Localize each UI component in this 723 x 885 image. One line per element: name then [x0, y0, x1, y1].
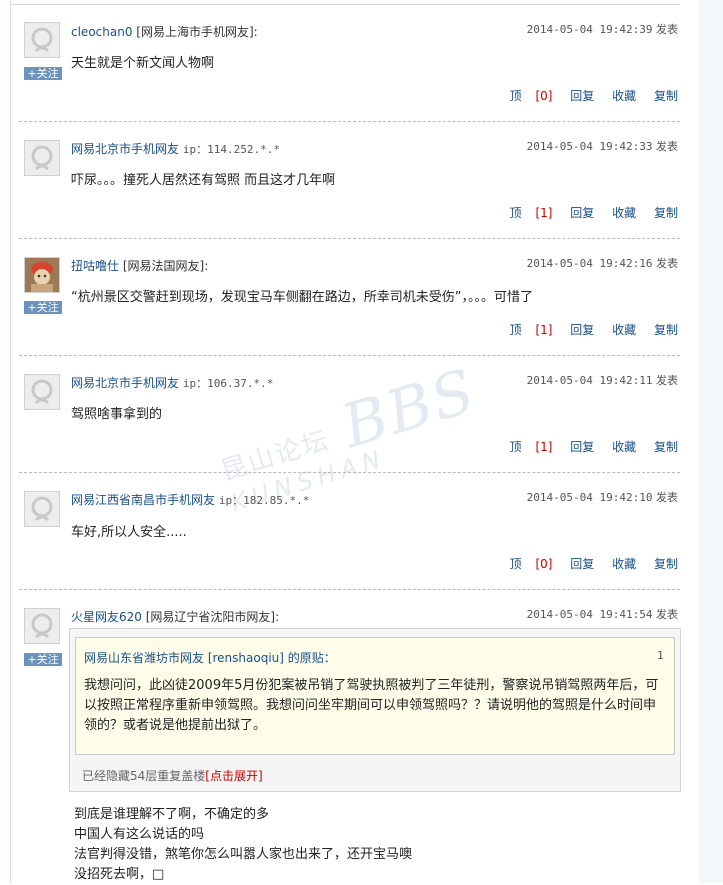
- default-avatar-icon[interactable]: [24, 491, 60, 527]
- post-timestamp: 2014-05-04 19:41:54: [526, 608, 653, 621]
- post-time: 2014-05-04 19:41:54 发表: [527, 606, 678, 622]
- post-timestamp: 2014-05-04 19:42:11: [526, 374, 653, 387]
- post-author: 扭咕噜仕 [网易法国网友]:: [71, 257, 208, 274]
- author-location: [网易辽宁省沈阳市网友]:: [145, 610, 280, 624]
- post-divider: [19, 121, 680, 122]
- favorite-button[interactable]: 收藏: [612, 440, 636, 454]
- author-location: [网易法国网友]:: [122, 259, 209, 273]
- post-time: 2014-05-04 19:42:11 发表: [527, 372, 678, 388]
- post-divider: [19, 355, 680, 356]
- quote-floor-number: 1: [657, 649, 664, 662]
- user-avatar-icon[interactable]: [24, 257, 60, 293]
- follow-button[interactable]: +关注: [24, 301, 62, 314]
- quoted-post: 网易山东省潍坊市网友 [renshaoqiu] 的原贴： 1 我想问问，此凶徒2…: [75, 637, 675, 755]
- top-divider: [10, 4, 680, 5]
- follow-button[interactable]: +关注: [24, 653, 62, 666]
- default-avatar-icon[interactable]: [24, 374, 60, 410]
- author-ip: ip：182.85.*.*: [218, 494, 310, 507]
- post-actions: 顶 [0] 回复 收藏 复制: [481, 555, 678, 572]
- follow-button[interactable]: +关注: [24, 67, 62, 80]
- post-time: 2014-05-04 19:42:39 发表: [527, 21, 678, 37]
- author-name-link[interactable]: 网易江西省南昌市手机网友: [71, 493, 215, 507]
- reply-line: 到底是谁理解不了啊，不确定的多: [74, 807, 270, 822]
- author-name-link[interactable]: cleochan0: [71, 25, 132, 39]
- reply-button[interactable]: 回复: [570, 206, 594, 220]
- post-time-suffix: 发表: [656, 23, 678, 36]
- author-ip: ip：114.252.*.*: [182, 143, 280, 156]
- favorite-button[interactable]: 收藏: [612, 557, 636, 571]
- post-actions: 顶 [0] 回复 收藏 复制: [481, 87, 678, 104]
- author-name-link[interactable]: 网易北京市手机网友: [71, 142, 179, 156]
- expand-link[interactable]: [点击展开]: [205, 769, 262, 783]
- favorite-button[interactable]: 收藏: [612, 206, 636, 220]
- default-avatar-icon[interactable]: [24, 608, 60, 644]
- upvote-button[interactable]: 顶 [1]: [495, 206, 552, 220]
- post-divider: [19, 589, 680, 590]
- author-ip: ip：106.37.*.*: [182, 377, 274, 390]
- post-divider: [19, 472, 680, 473]
- post-actions: 顶 [1] 回复 收藏 复制: [481, 204, 678, 221]
- post-time-suffix: 发表: [656, 491, 678, 504]
- upvote-button[interactable]: 顶 [0]: [495, 89, 552, 103]
- post-actions: 顶 [1] 回复 收藏 复制: [481, 321, 678, 338]
- post-time: 2014-05-04 19:42:10 发表: [527, 489, 678, 505]
- post-author: 网易北京市手机网友 ip：106.37.*.*: [71, 374, 273, 391]
- author-name-link[interactable]: 火星网友620: [71, 610, 142, 624]
- reply-button[interactable]: 回复: [570, 89, 594, 103]
- default-avatar-icon[interactable]: [24, 140, 60, 176]
- post-content: “杭州景区交警赶到现场，发现宝马车侧翻在路边，所幸司机未受伤”，。。。可惜了: [71, 290, 533, 305]
- reply-button[interactable]: 回复: [570, 440, 594, 454]
- post-author: 网易江西省南昌市手机网友 ip：182.85.*.*: [71, 491, 309, 508]
- post-timestamp: 2014-05-04 19:42:16: [526, 257, 653, 270]
- post-time: 2014-05-04 19:42:33 发表: [527, 138, 678, 154]
- author-name-link[interactable]: 网易北京市手机网友: [71, 376, 179, 390]
- post-time-suffix: 发表: [656, 374, 678, 387]
- copy-button[interactable]: 复制: [654, 557, 678, 571]
- reply-line: 法官判得没错，煞笔你怎么叫嚣人家也出来了，还开宝马噢: [74, 847, 413, 862]
- reply-line: 中国人有这么说话的吗: [74, 827, 205, 842]
- copy-button[interactable]: 复制: [654, 206, 678, 220]
- post-content: 驾照啥事拿到的: [71, 407, 163, 422]
- post-content: 天生就是个新文闻人物啊: [71, 56, 215, 71]
- upvote-button[interactable]: 顶 [1]: [495, 323, 552, 337]
- post-actions: 顶 [1] 回复 收藏 复制: [481, 438, 678, 455]
- reply-button[interactable]: 回复: [570, 557, 594, 571]
- post-author: cleochan0 [网易上海市手机网友]:: [71, 23, 258, 40]
- quote-author[interactable]: 网易山东省潍坊市网友 [renshaoqiu] 的原贴：: [84, 649, 336, 666]
- author-name-link[interactable]: 扭咕噜仕: [71, 259, 119, 273]
- default-avatar-icon[interactable]: [24, 22, 60, 58]
- hidden-floors-text: 已经隐藏54层重复盖楼: [82, 769, 206, 783]
- post-time-suffix: 发表: [656, 140, 678, 153]
- copy-button[interactable]: 复制: [654, 89, 678, 103]
- post-time-suffix: 发表: [656, 608, 678, 621]
- post-divider: [19, 238, 680, 239]
- post-author: 火星网友620 [网易辽宁省沈阳市网友]:: [71, 608, 279, 625]
- favorite-button[interactable]: 收藏: [612, 89, 636, 103]
- post-timestamp: 2014-05-04 19:42:39: [526, 23, 653, 36]
- hidden-floors-note: 已经隐藏54层重复盖楼[点击展开]: [82, 767, 263, 784]
- post-author: 网易北京市手机网友 ip：114.252.*.*: [71, 140, 280, 157]
- post-content: 车好,所以人安全.....: [71, 525, 187, 540]
- post-timestamp: 2014-05-04 19:42:33: [526, 140, 653, 153]
- upvote-button[interactable]: 顶 [1]: [495, 440, 552, 454]
- post-content: 吓尿。。。撞死人居然还有驾照 而且这才几年啊: [71, 173, 336, 188]
- favorite-button[interactable]: 收藏: [612, 323, 636, 337]
- author-location: [网易上海市手机网友]:: [136, 25, 258, 39]
- post-time-suffix: 发表: [656, 257, 678, 270]
- reply-line: 没招死去啊，□: [74, 867, 165, 882]
- quote-body: 我想问问，此凶徒2009年5月份犯案被吊销了驾驶执照被判了三年徒刑，警察说吊销驾…: [84, 678, 659, 733]
- post-timestamp: 2014-05-04 19:42:10: [526, 491, 653, 504]
- reply-button[interactable]: 回复: [570, 323, 594, 337]
- copy-button[interactable]: 复制: [654, 440, 678, 454]
- copy-button[interactable]: 复制: [654, 323, 678, 337]
- post-time: 2014-05-04 19:42:16 发表: [527, 255, 678, 271]
- page-gutter: [699, 0, 723, 883]
- upvote-button[interactable]: 顶 [0]: [495, 557, 552, 571]
